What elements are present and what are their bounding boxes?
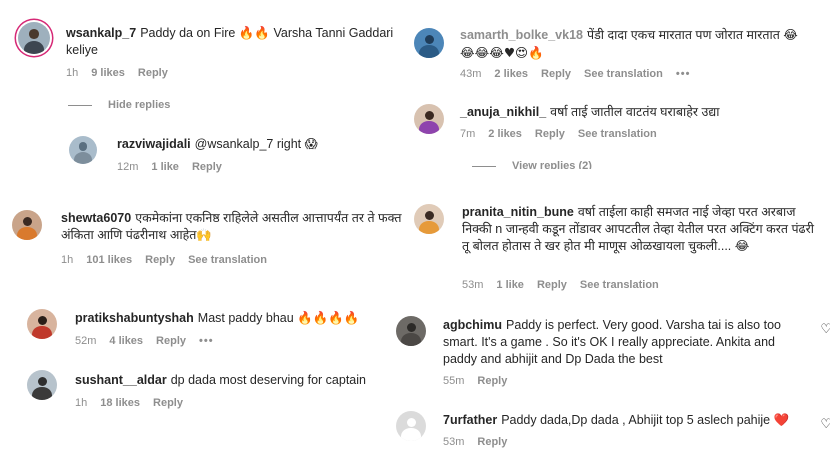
timestamp[interactable]: 43m <box>460 68 481 80</box>
username-link[interactable]: sushant__aldar <box>75 373 167 387</box>
like-heart-icon[interactable]: ♡ <box>820 416 830 432</box>
view-replies-button[interactable]: View replies (2) <box>472 160 592 169</box>
reply-button[interactable]: Reply <box>153 397 183 409</box>
likes-count[interactable]: 1 like <box>151 161 179 173</box>
comment-meta: 12m 1 like Reply <box>117 161 235 173</box>
username-link[interactable]: shewta6070 <box>61 211 131 225</box>
comment-body: Mast paddy bhau 🔥🔥🔥🔥 <box>197 311 360 325</box>
timestamp[interactable]: 53m <box>462 279 483 291</box>
comment-meta: 43m 2 likes Reply See translation ••• <box>460 68 703 80</box>
see-translation-link[interactable]: See translation <box>584 68 663 80</box>
divider <box>68 104 92 106</box>
likes-count[interactable]: 1 like <box>496 279 524 291</box>
more-options-icon[interactable]: ••• <box>199 335 214 347</box>
reply-button[interactable]: Reply <box>535 128 565 140</box>
avatar[interactable] <box>27 309 57 339</box>
see-translation-link[interactable]: See translation <box>188 254 267 266</box>
username-link[interactable]: pranita_nitin_bune <box>462 205 574 219</box>
reply-button[interactable]: Reply <box>537 279 567 291</box>
hide-replies-button[interactable]: Hide replies <box>68 99 170 111</box>
avatar[interactable] <box>414 28 444 58</box>
comment-text: pratikshabuntyshah Mast paddy bhau 🔥🔥🔥🔥 <box>75 310 405 327</box>
reply-button[interactable]: Reply <box>145 254 175 266</box>
comment-text: _anuja_nikhil_ वर्षा ताई जातील वाटतंय घरा… <box>460 104 820 121</box>
reply-button[interactable]: Reply <box>156 335 186 347</box>
reply-button[interactable]: Reply <box>192 161 222 173</box>
comment-text: wsankalp_7 Paddy da on Fire 🔥🔥 Varsha Tan… <box>66 25 406 59</box>
timestamp[interactable]: 1h <box>75 397 87 409</box>
reply-button[interactable]: Reply <box>477 436 507 448</box>
comment-body: @wsankalp_7 right 😱 <box>194 137 318 151</box>
avatar[interactable] <box>12 210 42 240</box>
comment-text: samarth_bolke_vk18 पेंडी दादा एकच मारतात … <box>460 27 820 62</box>
comment-text: sushant__aldar dp dada most deserving for… <box>75 372 405 389</box>
comment-meta: 7m 2 likes Reply See translation <box>460 128 670 140</box>
likes-count[interactable]: 18 likes <box>100 397 140 409</box>
comment-body-emoji: 😂😂😂♥😍🔥 <box>460 45 544 60</box>
timestamp[interactable]: 1h <box>66 67 78 79</box>
comment-text: razviwajidali @wsankalp_7 right 😱 <box>117 136 407 153</box>
comment-meta: 53m 1 like Reply See translation <box>462 279 672 291</box>
avatar[interactable] <box>18 22 50 54</box>
comment-text: shewta6070 एकमेकांना एकनिष्ठ राहिलेले असत… <box>61 210 406 244</box>
avatar[interactable] <box>414 104 444 134</box>
username-link[interactable]: razviwajidali <box>117 137 191 151</box>
likes-count[interactable]: 4 likes <box>109 335 143 347</box>
comment-meta: 1h 18 likes Reply <box>75 397 196 409</box>
comment-body: पेंडी दादा एकच मारतात पण जोरात मारतात 😂 <box>587 28 798 42</box>
username-link[interactable]: wsankalp_7 <box>66 26 136 40</box>
reply-button[interactable]: Reply <box>138 67 168 79</box>
reply-button[interactable]: Reply <box>541 68 571 80</box>
comment-body: dp dada most deserving for captain <box>170 373 366 387</box>
comment-meta: 53m Reply <box>443 436 520 448</box>
avatar[interactable] <box>396 316 426 346</box>
likes-count[interactable]: 101 likes <box>86 254 132 266</box>
avatar[interactable] <box>27 370 57 400</box>
timestamp[interactable]: 1h <box>61 254 73 266</box>
likes-count[interactable]: 9 likes <box>91 67 125 79</box>
comment-meta: 1h 101 likes Reply See translation <box>61 254 280 266</box>
username-link[interactable]: _anuja_nikhil_ <box>460 105 546 119</box>
timestamp[interactable]: 12m <box>117 161 138 173</box>
comment-text: pranita_nitin_bune वर्षा ताईला काही समजत … <box>462 204 824 255</box>
likes-count[interactable]: 2 likes <box>494 68 528 80</box>
username-link[interactable]: pratikshabuntyshah <box>75 311 194 325</box>
timestamp[interactable]: 55m <box>443 375 464 387</box>
likes-count[interactable]: 2 likes <box>488 128 522 140</box>
timestamp[interactable]: 7m <box>460 128 475 140</box>
comment-body: Paddy dada,Dp dada , Abhijit top 5 aslec… <box>501 413 790 427</box>
like-heart-icon[interactable]: ♡ <box>820 321 830 337</box>
timestamp[interactable]: 53m <box>443 436 464 448</box>
username-link[interactable]: 7urfather <box>443 413 497 427</box>
comment-text: 7urfather Paddy dada,Dp dada , Abhijit to… <box>443 412 813 429</box>
comment-meta: 52m 4 likes Reply ••• <box>75 335 227 347</box>
divider <box>472 165 496 167</box>
avatar[interactable] <box>69 136 97 164</box>
timestamp[interactable]: 52m <box>75 335 96 347</box>
avatar[interactable] <box>414 204 444 234</box>
comment-body: वर्षा ताई जातील वाटतंय घराबाहेर उद्या <box>550 105 720 119</box>
more-options-icon[interactable]: ••• <box>676 68 691 80</box>
see-translation-link[interactable]: See translation <box>580 279 659 291</box>
avatar[interactable] <box>396 411 426 441</box>
comment-meta: 1h 9 likes Reply <box>66 67 181 79</box>
username-link[interactable]: samarth_bolke_vk18 <box>460 28 583 42</box>
see-translation-link[interactable]: See translation <box>578 128 657 140</box>
comment-meta: 55m Reply <box>443 375 520 387</box>
reply-button[interactable]: Reply <box>477 375 507 387</box>
comment-text: agbchimu Paddy is perfect. Very good. Var… <box>443 317 803 368</box>
username-link[interactable]: agbchimu <box>443 318 502 332</box>
